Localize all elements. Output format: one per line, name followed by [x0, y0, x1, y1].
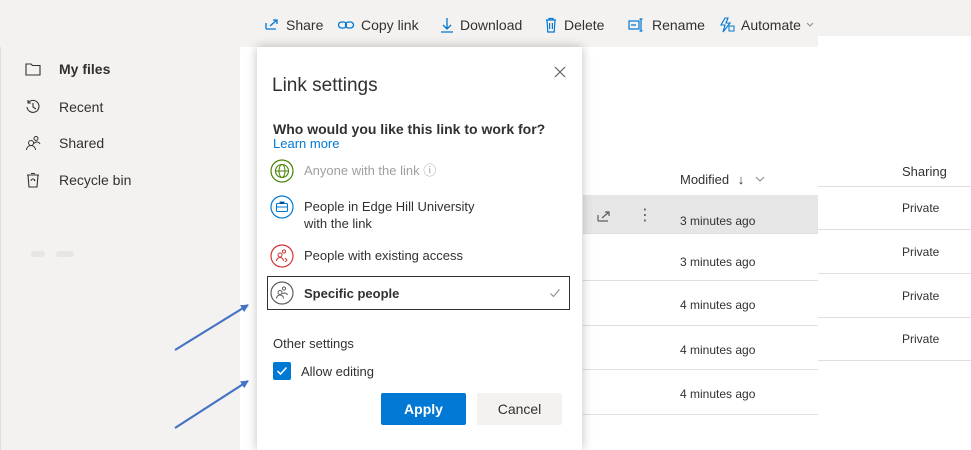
sidebar-item-label: Shared — [59, 135, 105, 151]
option-anyone: Anyone with the link ⓘ — [270, 159, 436, 183]
option-label: People with existing access — [304, 248, 463, 263]
row-divider — [818, 229, 971, 230]
apply-button[interactable]: Apply — [381, 393, 466, 425]
row-divider — [583, 280, 818, 281]
faint-placeholder — [31, 251, 45, 257]
rename-label: Rename — [652, 17, 705, 33]
sidebar-item-recycle-bin[interactable]: Recycle bin — [1, 168, 131, 192]
learn-more-link[interactable]: Learn more — [273, 136, 339, 151]
globe-icon — [270, 159, 294, 183]
share-icon — [265, 19, 278, 30]
row-divider — [583, 414, 818, 415]
row-sharing: Private — [902, 245, 940, 259]
row-divider — [583, 325, 818, 326]
delete-command[interactable]: Delete — [544, 16, 604, 34]
recycle-bin-icon — [24, 171, 42, 189]
dialog-title: Link settings — [272, 75, 378, 96]
sidebar-item-my-files[interactable]: My files — [1, 57, 110, 81]
row-sharing: Private — [902, 332, 940, 346]
option-existing-access[interactable]: People with existing access — [270, 244, 463, 268]
close-icon[interactable] — [551, 63, 569, 81]
chevron-down-icon — [806, 22, 814, 27]
download-label: Download — [460, 17, 523, 33]
column-header-sharing[interactable]: Sharing — [902, 164, 947, 179]
row-sharing: Private — [902, 201, 940, 215]
delete-label: Delete — [564, 17, 605, 33]
sidebar-item-shared[interactable]: Shared — [1, 131, 104, 155]
download-command[interactable]: Download — [440, 16, 522, 34]
option-label: Anyone with the link — [304, 163, 420, 178]
checkmark-icon — [550, 289, 560, 298]
download-icon — [441, 18, 453, 33]
faint-placeholder — [56, 251, 74, 257]
allow-editing-checkbox[interactable] — [273, 362, 291, 380]
sidebar-item-label: Recycle bin — [59, 172, 132, 188]
automate-command[interactable]: Automate — [719, 16, 821, 34]
row-sharing: Private — [902, 289, 940, 303]
onedrive-page: Share Copy link Download Delete Rename A… — [0, 0, 971, 450]
automate-label: Automate — [741, 17, 801, 33]
organization-icon — [270, 195, 294, 219]
people-icon — [24, 134, 42, 152]
clock-icon — [24, 98, 42, 116]
share-command[interactable]: Share — [264, 16, 323, 34]
header-divider — [818, 186, 971, 187]
column-header-modified[interactable]: Modified ↓ — [680, 172, 766, 187]
copy-link-label: Copy link — [361, 17, 419, 33]
option-label-line2: with the link — [304, 216, 372, 231]
row-divider — [583, 369, 818, 370]
option-label: People in Edge Hill University — [304, 199, 475, 214]
people-access-icon — [270, 244, 294, 268]
more-options-icon[interactable]: ⋮ — [637, 205, 653, 225]
cancel-button[interactable]: Cancel — [477, 393, 562, 425]
row-modified: 4 minutes ago — [680, 343, 756, 357]
audience-question: Who would you like this link to work for… — [273, 121, 546, 137]
row-divider — [818, 317, 971, 318]
share-label: Share — [286, 17, 324, 33]
option-specific-people[interactable]: Specific people — [270, 281, 399, 305]
link-settings-dialog: Link settings Who would you like this li… — [257, 47, 582, 450]
option-label: Specific people — [304, 286, 400, 301]
right-panel — [818, 36, 971, 450]
sort-down-icon: ↓ — [737, 172, 745, 187]
row-modified: 3 minutes ago — [680, 255, 756, 269]
checkmark-icon — [276, 366, 288, 376]
row-divider — [818, 360, 971, 361]
trash-icon — [546, 17, 556, 33]
info-icon: ⓘ — [423, 163, 437, 178]
row-divider — [818, 273, 971, 274]
column-header-modified-label: Modified — [680, 172, 730, 187]
row-divider — [583, 233, 818, 234]
sidebar-item-label: Recent — [59, 99, 104, 115]
chevron-down-icon — [755, 176, 765, 182]
row-modified: 3 minutes ago — [680, 214, 756, 228]
share-row-icon[interactable] — [596, 208, 612, 224]
rename-icon — [628, 18, 643, 32]
rename-command[interactable]: Rename — [628, 16, 705, 34]
other-settings-heading: Other settings — [273, 336, 354, 351]
option-organization[interactable]: People in Edge Hill University with the … — [270, 195, 475, 232]
automate-icon — [720, 17, 735, 33]
folder-icon — [24, 60, 42, 78]
sidebar-item-recent[interactable]: Recent — [1, 95, 103, 119]
specific-people-icon — [270, 281, 294, 305]
row-modified: 4 minutes ago — [680, 298, 756, 312]
sidebar: My files Recent Shared Recycle bin — [0, 47, 240, 450]
copy-link-command[interactable]: Copy link — [337, 16, 419, 34]
row-modified: 4 minutes ago — [680, 387, 756, 401]
sidebar-item-label: My files — [59, 61, 111, 77]
allow-editing-label[interactable]: Allow editing — [301, 364, 374, 379]
link-icon — [337, 21, 355, 29]
